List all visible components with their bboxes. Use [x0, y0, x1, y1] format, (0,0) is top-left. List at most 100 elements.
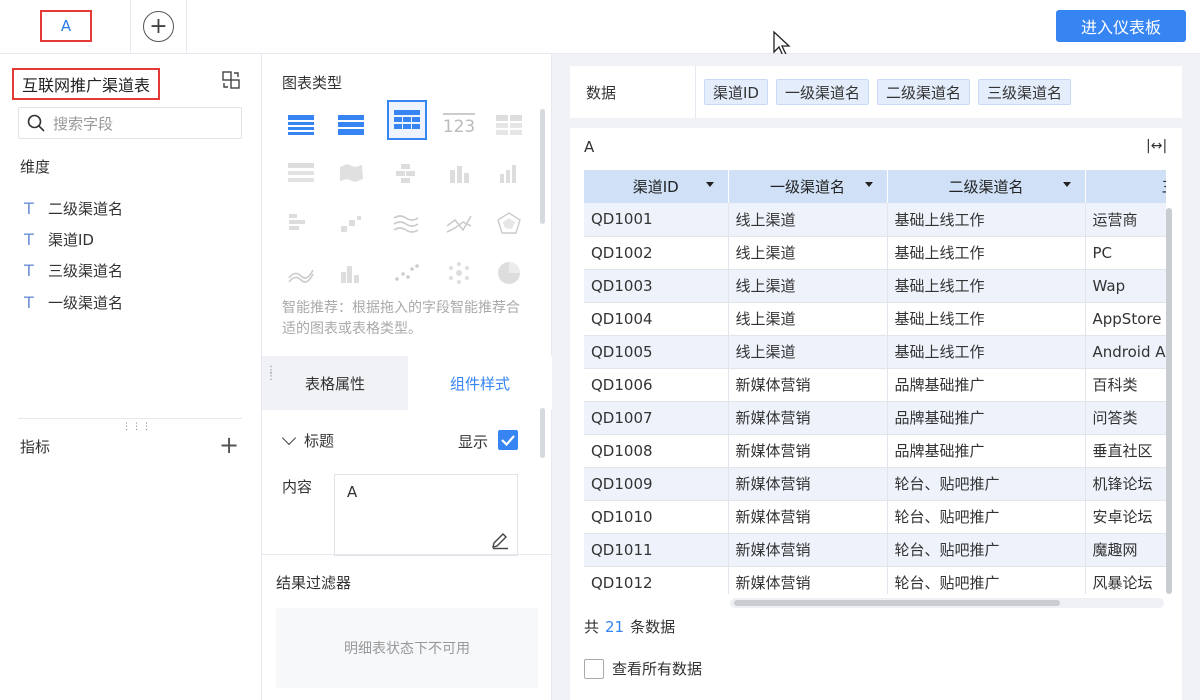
line-chart-icon[interactable]	[387, 204, 425, 242]
switch-dataset-icon[interactable]	[221, 70, 241, 90]
table-row[interactable]: QD1003 线上渠道 基础上线工作 Wap	[584, 269, 1166, 303]
cross-table-icon[interactable]	[332, 106, 370, 144]
table-cell: 轮台、贴吧推广	[887, 533, 1086, 567]
table-cell: 基础上线工作	[887, 269, 1086, 303]
polyline-chart-icon[interactable]	[440, 204, 478, 242]
panel-divider	[262, 554, 552, 555]
column-header-label: 渠道ID	[632, 178, 679, 196]
data-field-chip[interactable]: 二级渠道名	[877, 79, 971, 105]
sort-arrow-icon[interactable]	[864, 182, 873, 187]
table-cell: 垂直社区	[1085, 434, 1166, 468]
grouped-column-icon[interactable]	[332, 254, 370, 292]
vertical-scrollbar[interactable]	[1166, 208, 1172, 594]
bubble-chart-icon[interactable]	[440, 254, 478, 292]
dimension-field[interactable]: T 一级渠道名	[24, 292, 123, 313]
dataset-title[interactable]: 互联网推广渠道表	[12, 68, 161, 100]
table-cell: 线上渠道	[728, 203, 888, 237]
dimension-field[interactable]: T 渠道ID	[24, 229, 94, 250]
column-header[interactable]: 三	[1085, 170, 1166, 203]
table-row[interactable]: QD1005 线上渠道 基础上线工作 Android A	[584, 335, 1166, 369]
table-row[interactable]: QD1010 新媒体营销 轮台、贴吧推广 安卓论坛	[584, 500, 1166, 534]
field-name: 渠道ID	[48, 231, 94, 249]
column-header-label: 二级渠道名	[948, 178, 1024, 196]
check-icon	[501, 435, 515, 447]
table-cell: 新媒体营销	[728, 434, 888, 468]
table-body: QD1001 线上渠道 基础上线工作 运营商 QD1002 线上渠道 基础上线工作 PC QD1…	[584, 203, 1166, 594]
scatter-bar-icon[interactable]	[332, 204, 370, 242]
detail-table-icon[interactable]	[387, 100, 427, 140]
fit-width-icon[interactable]: |↔|	[1146, 138, 1167, 154]
add-tab-button[interactable]: +	[143, 11, 174, 42]
scatter-chart-icon[interactable]	[387, 254, 425, 292]
show-title-checkbox[interactable]	[498, 430, 518, 450]
kpi-card-icon[interactable]	[490, 106, 528, 144]
table-cell: 轮台、贴吧推广	[887, 566, 1086, 594]
data-field-chip[interactable]: 一级渠道名	[775, 79, 869, 105]
table-cell: 新媒体营销	[728, 401, 888, 435]
sort-arrow-icon[interactable]	[1062, 182, 1071, 187]
table-cell: QD1005	[584, 335, 729, 369]
tab-label: A	[60, 17, 72, 35]
table-row[interactable]: QD1011 新媒体营销 轮台、贴吧推广 魔趣网	[584, 533, 1166, 567]
sort-arrow-icon[interactable]	[705, 182, 714, 187]
column-header-label: 一级渠道名	[769, 178, 845, 196]
table-cell: 基础上线工作	[887, 335, 1086, 369]
column-header[interactable]: 渠道ID	[584, 170, 729, 203]
table-row[interactable]: QD1001 线上渠道 基础上线工作 运营商	[584, 203, 1166, 237]
chart-type-label: 图表类型	[282, 74, 343, 92]
table-row[interactable]: QD1012 新媒体营销 轮台、贴吧推广 风暴论坛	[584, 566, 1166, 594]
enter-dashboard-button[interactable]: 进入仪表板	[1056, 10, 1186, 42]
scrollbar[interactable]	[540, 109, 545, 224]
table-row[interactable]: QD1006 新媒体营销 品牌基础推广 百科类	[584, 368, 1166, 402]
table-cell: Wap	[1085, 269, 1166, 303]
tab-table-properties[interactable]: 表格属性	[262, 356, 408, 410]
field-name: 一级渠道名	[48, 294, 124, 312]
dimension-field[interactable]: T 二级渠道名	[24, 198, 123, 219]
horizontal-scrollbar[interactable]	[734, 600, 1060, 606]
table-cell: 基础上线工作	[887, 302, 1086, 336]
search-field-input[interactable]: 搜索字段	[18, 107, 242, 139]
column-chart-icon[interactable]	[440, 154, 478, 192]
scrollbar[interactable]	[540, 408, 545, 458]
map-chart-icon[interactable]	[332, 154, 370, 192]
table-cell: 新媒体营销	[728, 533, 888, 567]
list-chart-icon[interactable]	[282, 154, 320, 192]
view-all-label: 查看所有数据	[612, 660, 703, 678]
area-chart-icon[interactable]	[282, 254, 320, 292]
search-icon	[27, 114, 45, 132]
dimension-field[interactable]: T 三级渠道名	[24, 260, 123, 281]
horizontal-bar-icon[interactable]	[282, 204, 320, 242]
filter-disabled-text: 明细表状态下不可用	[344, 641, 470, 657]
title-section-label: 标题	[304, 432, 335, 450]
top-bar: A + 进入仪表板	[0, 0, 1200, 57]
dimension-label: 维度	[20, 158, 51, 176]
table-row[interactable]: QD1008 新媒体营销 品牌基础推广 垂直社区	[584, 434, 1166, 468]
table-row[interactable]: QD1007 新媒体营销 品牌基础推广 问答类	[584, 401, 1166, 435]
data-field-chip[interactable]: 渠道ID	[704, 79, 768, 105]
grouped-table-icon[interactable]	[282, 106, 320, 144]
table-row[interactable]: QD1002 线上渠道 基础上线工作 PC	[584, 236, 1166, 270]
drag-handle-icon[interactable]: ⋮ ⋮	[266, 366, 276, 382]
data-field-chip[interactable]: 三级渠道名	[978, 79, 1072, 105]
pencil-edit-icon[interactable]	[490, 530, 510, 550]
radar-chart-icon[interactable]	[490, 204, 528, 242]
table-cell: 机锋论坛	[1085, 467, 1166, 501]
bar-chart-icon[interactable]	[490, 154, 528, 192]
component-tab-a[interactable]: A	[40, 10, 92, 42]
pie-chart-icon[interactable]	[490, 254, 528, 292]
view-all-data-checkbox[interactable]: 查看所有数据	[584, 658, 702, 679]
table-cell: 基础上线工作	[887, 203, 1086, 237]
column-header[interactable]: 一级渠道名	[728, 170, 888, 203]
column-header[interactable]: 二级渠道名	[887, 170, 1086, 203]
total-count: 共 21 条数据	[584, 616, 675, 637]
kpi-number-icon[interactable]: 123	[440, 106, 478, 144]
add-measure-button[interactable]: +	[219, 433, 239, 457]
stacked-bar-icon[interactable]	[387, 154, 425, 192]
tab-component-style[interactable]: 组件样式	[408, 356, 552, 410]
resize-grip-icon[interactable]: ⋮⋮⋮	[122, 422, 152, 432]
table-row[interactable]: QD1004 线上渠道 基础上线工作 AppStore	[584, 302, 1166, 336]
table-card: A |↔| 渠道ID 一级渠道名 二级渠道名 三 QD1001线上渠道基础上线工…	[570, 128, 1182, 700]
content-label: 内容	[282, 478, 313, 496]
table-row[interactable]: QD1009 新媒体营销 轮台、贴吧推广 机锋论坛	[584, 467, 1166, 501]
table-cell: 轮台、贴吧推广	[887, 500, 1086, 534]
